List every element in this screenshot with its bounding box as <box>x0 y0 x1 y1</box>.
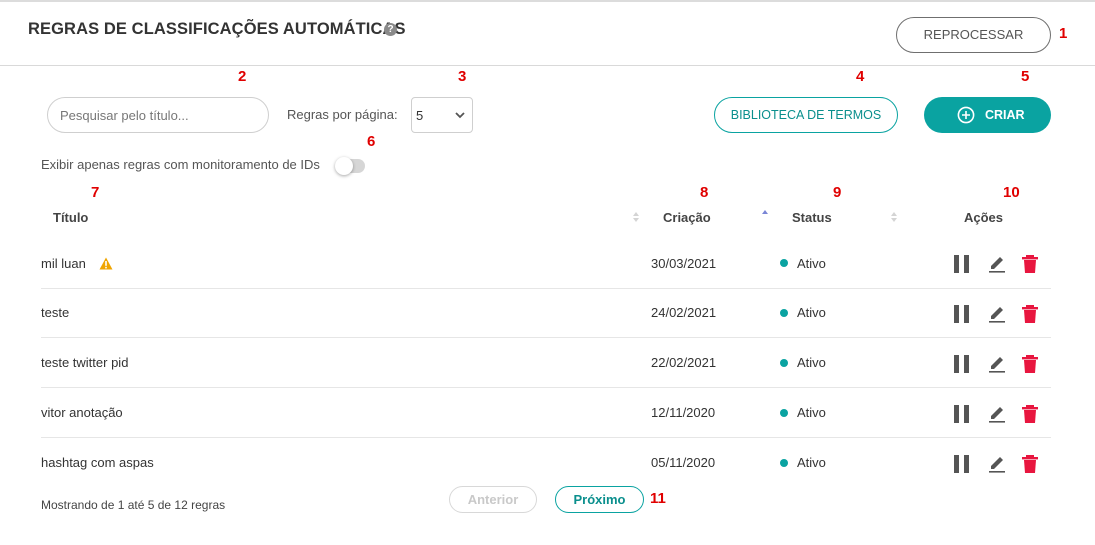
row-status: Ativo <box>797 455 826 470</box>
row-status: Ativo <box>797 355 826 370</box>
annotation-marker: 2 <box>238 68 247 85</box>
annotation-marker: 9 <box>833 184 842 201</box>
annotation-marker: 4 <box>856 68 865 85</box>
plus-circle-icon <box>957 106 975 124</box>
annotation-marker: 5 <box>1021 68 1030 85</box>
ids-filter-toggle[interactable] <box>335 157 365 175</box>
ids-filter-label: Exibir apenas regras com monitoramento d… <box>41 157 320 172</box>
row-status: Ativo <box>797 405 826 420</box>
row-title: teste <box>41 305 70 320</box>
row-divider <box>41 437 1051 438</box>
row-created-date: 22/02/2021 <box>651 355 717 370</box>
pause-icon[interactable] <box>953 255 971 273</box>
row-title: mil luan <box>41 256 86 271</box>
next-page-button[interactable]: Próximo <box>555 486 644 513</box>
annotation-marker: 8 <box>700 184 709 201</box>
pause-icon[interactable] <box>953 405 971 423</box>
chevron-down-icon <box>455 112 465 119</box>
column-header-title[interactable]: Título <box>53 210 88 225</box>
per-page-label: Regras por página: <box>287 107 398 122</box>
help-icon[interactable]: ? <box>384 23 397 36</box>
edit-icon[interactable] <box>988 405 1006 423</box>
create-button[interactable]: CRIAR <box>924 97 1051 133</box>
search-input[interactable] <box>47 97 269 133</box>
pagination-info: Mostrando de 1 até 5 de 12 regras <box>41 498 226 512</box>
row-title: hashtag com aspas <box>41 455 154 470</box>
status-dot <box>780 259 788 267</box>
per-page-select[interactable]: 5 <box>411 97 473 133</box>
row-created-date: 12/11/2020 <box>651 405 716 420</box>
annotation-marker: 3 <box>458 68 467 85</box>
status-dot <box>780 409 788 417</box>
row-status: Ativo <box>797 305 826 320</box>
row-status: Ativo <box>797 256 826 271</box>
row-divider <box>41 288 1051 289</box>
create-button-label: CRIAR <box>985 108 1025 122</box>
edit-icon[interactable] <box>988 455 1006 473</box>
pause-icon[interactable] <box>953 455 971 473</box>
trash-icon[interactable] <box>1021 455 1039 473</box>
trash-icon[interactable] <box>1021 405 1039 423</box>
toggle-knob <box>335 157 353 175</box>
trash-icon[interactable] <box>1021 305 1039 323</box>
pause-icon[interactable] <box>953 305 971 323</box>
row-created-date: 05/11/2020 <box>651 455 716 470</box>
per-page-value: 5 <box>416 108 424 123</box>
column-header-actions: Ações <box>964 210 1004 225</box>
edit-icon[interactable] <box>988 355 1006 373</box>
pause-icon[interactable] <box>953 355 971 373</box>
annotation-marker: 7 <box>91 184 100 201</box>
annotation-marker: 1 <box>1059 25 1068 42</box>
reprocess-button[interactable]: REPROCESSAR <box>896 17 1051 53</box>
trash-icon[interactable] <box>1021 355 1039 373</box>
row-created-date: 30/03/2021 <box>651 256 717 271</box>
sort-icon[interactable] <box>890 211 898 223</box>
status-dot <box>780 359 788 367</box>
previous-page-button[interactable]: Anterior <box>449 486 537 513</box>
column-header-created[interactable]: Criação <box>663 210 711 225</box>
sort-asc-icon[interactable] <box>761 208 769 220</box>
terms-library-button[interactable]: BIBLIOTECA DE TERMOS <box>714 97 898 133</box>
warning-icon <box>99 257 113 270</box>
status-dot <box>780 309 788 317</box>
top-border <box>0 0 1095 2</box>
annotation-marker: 11 <box>650 490 666 507</box>
edit-icon[interactable] <box>988 255 1006 273</box>
sort-icon[interactable] <box>632 211 640 223</box>
row-created-date: 24/02/2021 <box>651 305 717 320</box>
annotation-marker: 10 <box>1003 184 1020 201</box>
edit-icon[interactable] <box>988 305 1006 323</box>
trash-icon[interactable] <box>1021 255 1039 273</box>
row-title: teste twitter pid <box>41 355 129 370</box>
row-divider <box>41 337 1051 338</box>
row-divider <box>41 387 1051 388</box>
annotation-marker: 6 <box>367 133 376 150</box>
status-dot <box>780 459 788 467</box>
page-title: REGRAS DE CLASSIFICAÇÕES AUTOMÁTICAS <box>28 20 406 38</box>
row-title: vitor anotação <box>41 405 123 420</box>
header-divider <box>0 65 1095 66</box>
column-header-status[interactable]: Status <box>792 210 832 225</box>
